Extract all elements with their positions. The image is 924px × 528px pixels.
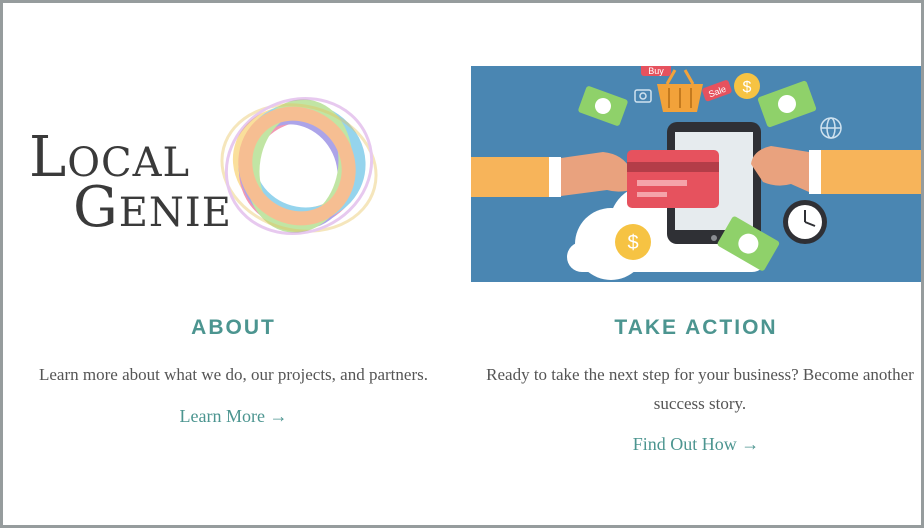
ecommerce-illustration-svg: Buy Sale $ $ [471, 66, 921, 280]
cash-bill-icon [757, 80, 817, 128]
ecommerce-illustration: Buy Sale $ $ [471, 66, 921, 282]
coin-icon: $ [734, 73, 760, 99]
left-hand-icon [471, 152, 637, 197]
cash-bill-icon [578, 86, 628, 126]
local-genie-logo[interactable]: LOCAL GENIE [29, 88, 389, 248]
clock-icon [783, 200, 827, 244]
take-action-description: Ready to take the next step for your bus… [486, 365, 914, 413]
coin-icon: $ [615, 224, 651, 260]
buy-tag: Buy [641, 66, 671, 76]
learn-more-link[interactable]: Learn More → [3, 406, 464, 427]
about-heading: ABOUT [191, 316, 276, 339]
sale-tag: Sale [702, 80, 732, 102]
globe-icon [820, 117, 842, 139]
svg-text:$: $ [743, 79, 752, 96]
find-out-how-link[interactable]: Find Out How → [471, 434, 921, 455]
camera-icon [634, 89, 652, 103]
svg-text:Buy: Buy [648, 66, 664, 76]
right-hand-icon [751, 146, 921, 194]
about-description: Learn more about what we do, our project… [39, 365, 428, 384]
svg-text:$: $ [627, 232, 638, 254]
shopping-basket-icon [657, 69, 703, 112]
rainbow-ring-icon [220, 97, 378, 235]
credit-card-icon [627, 150, 719, 208]
take-action-heading: TAKE ACTION [614, 316, 778, 339]
